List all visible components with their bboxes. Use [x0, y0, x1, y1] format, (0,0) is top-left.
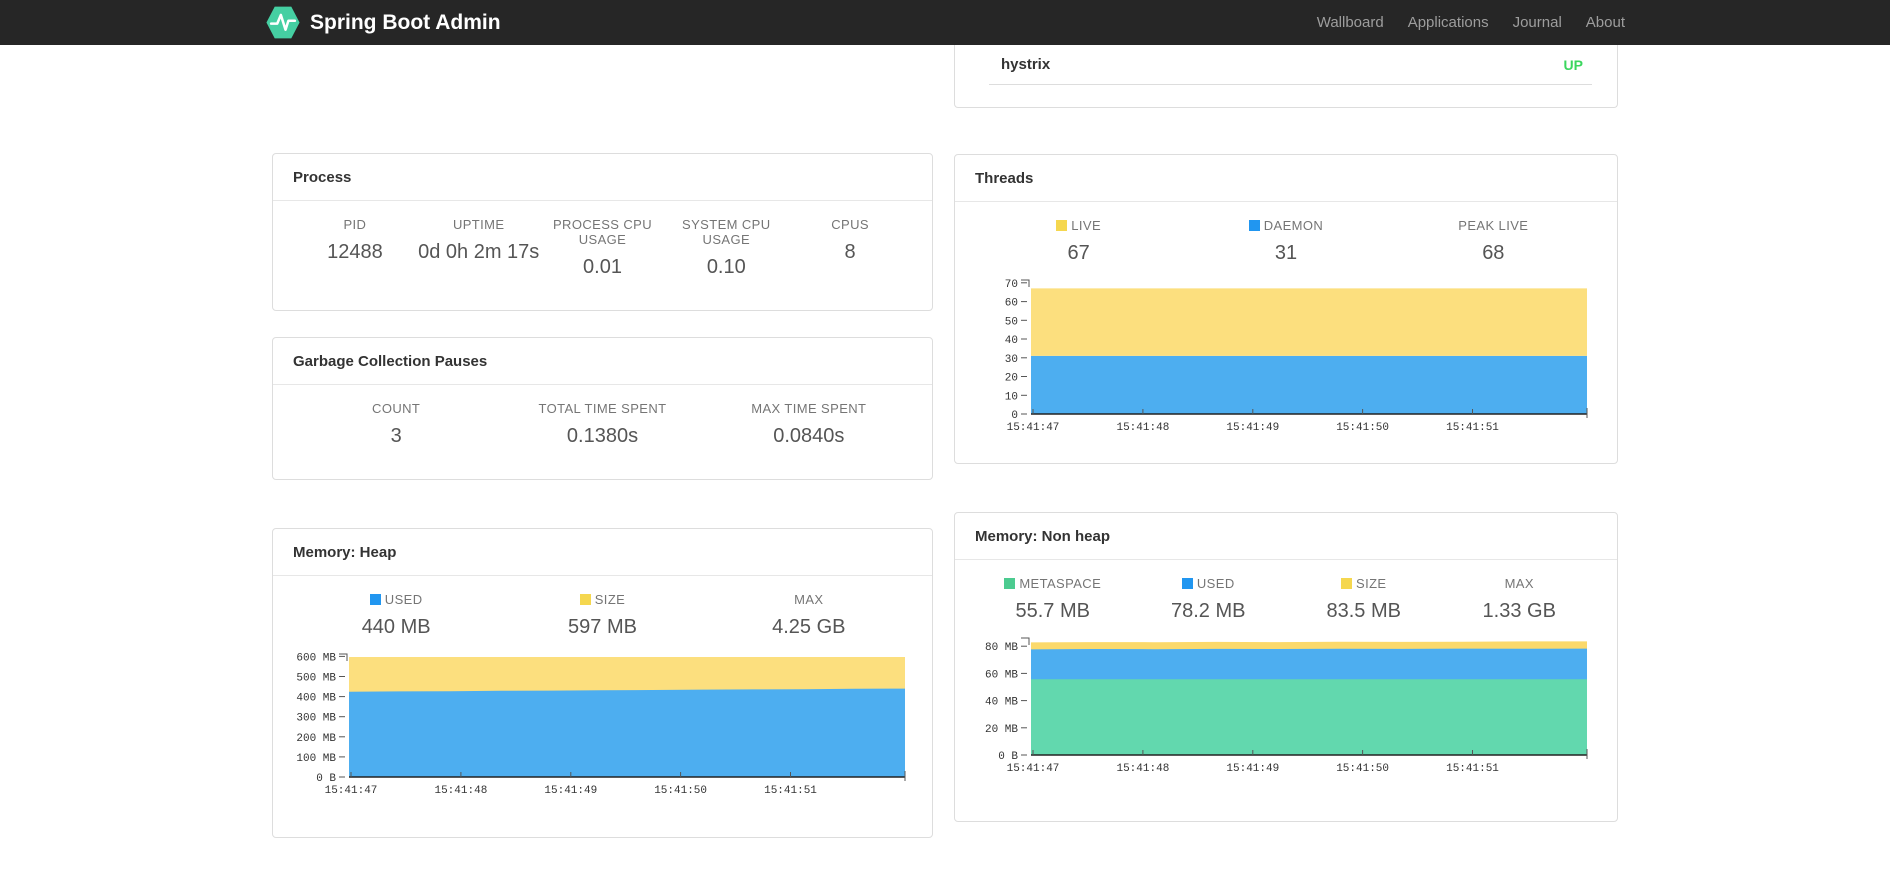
svg-text:40 MB: 40 MB [985, 697, 1018, 709]
pulse-hexagon-logo-icon [265, 4, 301, 41]
stat-heap-size: SIZE 597 MB [568, 592, 637, 638]
memory-nonheap-card: Memory: Non heap METASPACE 55.7 MB USED [954, 512, 1618, 822]
svg-text:15:41:47: 15:41:47 [325, 785, 378, 797]
memory-nonheap-legend: METASPACE 55.7 MB USED 78.2 MB SIZE 83.5… [955, 560, 1617, 624]
nonheap-size-legend-swatch [1341, 578, 1352, 589]
svg-text:50: 50 [1005, 316, 1018, 328]
svg-text:15:41:49: 15:41:49 [1226, 763, 1279, 775]
nav-links: Wallboard Applications Journal About [1317, 14, 1625, 31]
memory-nonheap-card-title: Memory: Non heap [975, 528, 1111, 545]
status-badge: UP [1563, 56, 1583, 73]
threads-chart: 70 60 50 40 30 20 10 0 15:41:47 15:41:48 15:41:49 1… [975, 272, 1617, 438]
stat-threads-live: LIVE 67 [975, 218, 1182, 266]
page: Spring Boot Admin Wallboard Applications… [0, 0, 1890, 892]
svg-text:15:41:50: 15:41:50 [654, 785, 707, 797]
nav-item-wallboard[interactable]: Wallboard [1317, 14, 1384, 31]
svg-text:10: 10 [1005, 391, 1018, 403]
svg-text:15:41:47: 15:41:47 [1007, 422, 1060, 434]
svg-text:70: 70 [1005, 279, 1018, 291]
stat-heap-used: USED 440 MB [361, 592, 431, 638]
stat-nonheap-size: SIZE 83.5 MB [1326, 576, 1401, 622]
threads-card-title: Threads [975, 170, 1034, 187]
stat-nonheap-max: MAX 1.33 GB [1482, 576, 1556, 622]
process-card-title: Process [293, 169, 352, 186]
svg-text:100 MB: 100 MB [296, 753, 336, 765]
svg-text:60 MB: 60 MB [985, 669, 1018, 681]
threads-legend: LIVE 67 DAEMON 31 PEAK LIVE 68 [955, 202, 1617, 266]
stat-gc-max-time: MAX TIME SPENT 0.0840s [751, 401, 867, 447]
svg-text:40: 40 [1005, 335, 1018, 347]
heap-size-legend-swatch [579, 594, 591, 605]
svg-text:15:41:50: 15:41:50 [1336, 422, 1389, 434]
brand-title: Spring Boot Admin [310, 10, 501, 34]
process-stats: PID 12488 UPTIME 0d 0h 2m 17s PROCESS CP… [273, 201, 932, 310]
stat-process-cpu-usage: PROCESS CPU USAGE 0.01 [552, 217, 652, 278]
svg-text:0 B: 0 B [316, 773, 336, 785]
application-name[interactable]: hystrix [1001, 56, 1050, 73]
stat-pid: PID 12488 [327, 217, 383, 263]
svg-text:200 MB: 200 MB [296, 733, 336, 745]
memory-heap-card: Memory: Heap USED 440 MB SIZE 597 MB MAX… [272, 528, 933, 838]
stat-system-cpu-usage: SYSTEM CPU USAGE 0.10 [682, 217, 771, 278]
stat-threads-peak-live: PEAK LIVE 68 [1458, 218, 1529, 264]
svg-text:15:41:49: 15:41:49 [544, 785, 597, 797]
svg-text:600 MB: 600 MB [296, 652, 336, 664]
memory-heap-legend: USED 440 MB SIZE 597 MB MAX 4.25 GB [273, 576, 932, 640]
svg-text:15:41:49: 15:41:49 [1226, 422, 1279, 434]
svg-text:30: 30 [1005, 354, 1018, 366]
right-column: hystrix UP Threads LIVE 67 DAEMON 31 PEA… [954, 45, 1618, 822]
svg-text:80 MB: 80 MB [985, 642, 1018, 654]
svg-text:60: 60 [1005, 298, 1018, 310]
memory-nonheap-chart: 80 MB 60 MB 40 MB 20 MB 0 B 15:41:47 15:41:48 1… [975, 630, 1617, 779]
brand[interactable]: Spring Boot Admin [265, 4, 501, 41]
nonheap-used-legend-swatch [1181, 578, 1193, 589]
stat-cpus: CPUS 8 [831, 217, 869, 263]
stat-gc-count: COUNT 3 [372, 401, 421, 447]
svg-text:0 B: 0 B [998, 751, 1018, 763]
svg-text:20 MB: 20 MB [985, 724, 1018, 736]
stat-nonheap-metaspace: METASPACE 55.7 MB [975, 576, 1131, 624]
process-card: Process PID 12488 UPTIME 0d 0h 2m 17s PR… [272, 153, 933, 311]
gc-stats: COUNT 3 TOTAL TIME SPENT 0.1380s MAX TIM… [273, 385, 932, 479]
svg-text:15:41:51: 15:41:51 [1446, 422, 1499, 434]
live-legend-swatch [1056, 220, 1068, 231]
svg-text:15:41:48: 15:41:48 [1116, 422, 1169, 434]
svg-text:0: 0 [1011, 410, 1018, 422]
svg-text:15:41:50: 15:41:50 [1336, 763, 1389, 775]
stat-heap-max: MAX 4.25 GB [772, 592, 846, 638]
svg-text:15:41:51: 15:41:51 [764, 785, 817, 797]
memory-heap-card-title: Memory: Heap [293, 544, 397, 561]
gc-pauses-card: Garbage Collection Pauses COUNT 3 TOTAL … [272, 337, 933, 480]
svg-text:15:41:51: 15:41:51 [1446, 763, 1499, 775]
svg-text:15:41:48: 15:41:48 [1116, 763, 1169, 775]
svg-text:20: 20 [1005, 373, 1018, 385]
stat-gc-total-time: TOTAL TIME SPENT 0.1380s [538, 401, 667, 447]
content: Process PID 12488 UPTIME 0d 0h 2m 17s PR… [272, 45, 1618, 838]
left-column: Process PID 12488 UPTIME 0d 0h 2m 17s PR… [272, 153, 933, 838]
svg-text:300 MB: 300 MB [296, 713, 336, 725]
svg-text:400 MB: 400 MB [296, 693, 336, 705]
svg-text:500 MB: 500 MB [296, 673, 336, 685]
stat-uptime: UPTIME 0d 0h 2m 17s [418, 217, 540, 263]
nav-item-about[interactable]: About [1586, 14, 1625, 31]
application-status-card: hystrix UP [954, 45, 1618, 108]
stat-threads-daemon: DAEMON 31 [1182, 218, 1389, 266]
navbar: Spring Boot Admin Wallboard Applications… [0, 0, 1890, 45]
nav-item-applications[interactable]: Applications [1408, 14, 1489, 31]
memory-heap-chart: 600 MB 500 MB 400 MB 300 MB 200 MB 100 MB 0 B1… [293, 646, 932, 801]
application-row-hystrix[interactable]: hystrix UP [989, 45, 1592, 85]
gc-card-title: Garbage Collection Pauses [293, 353, 488, 370]
threads-card: Threads LIVE 67 DAEMON 31 PEAK LIVE 68 7… [954, 154, 1618, 464]
heap-used-legend-swatch [369, 594, 381, 605]
daemon-legend-swatch [1248, 220, 1260, 231]
stat-nonheap-used: USED 78.2 MB [1171, 576, 1246, 622]
metaspace-legend-swatch [1004, 578, 1016, 589]
svg-text:15:41:48: 15:41:48 [434, 785, 487, 797]
nav-item-journal[interactable]: Journal [1513, 14, 1562, 31]
svg-text:15:41:47: 15:41:47 [1007, 763, 1060, 775]
